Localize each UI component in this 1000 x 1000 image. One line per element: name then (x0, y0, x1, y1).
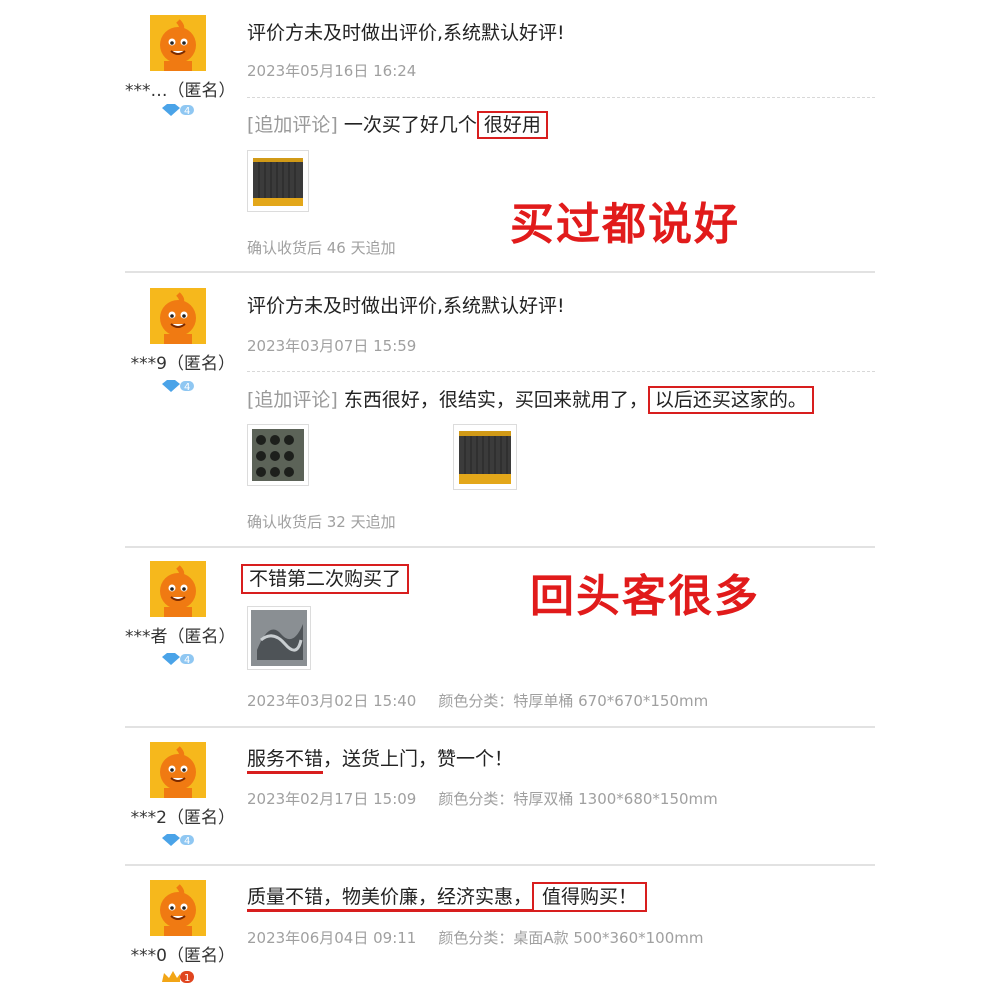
underlined-text: 服务不错 (247, 748, 324, 774)
username: ***者（匿名） (125, 627, 236, 647)
review-meta: 2023年02月17日 15:09 颜色分类：特厚双桶 1300*680*150m… (247, 788, 718, 809)
highlight-box: 以后还买这家的。 (647, 386, 814, 414)
username: ***…（匿名） (125, 81, 236, 101)
promo-slogan: 买过都说好 (510, 199, 740, 250)
append-label: [追加评论] (247, 389, 338, 411)
review-date: 2023年05月16日 16:24 (247, 62, 417, 80)
review-item: ***者（匿名） 4 不错第二次购买了 2023年03月02日 15:40 颜色分… (125, 548, 875, 726)
review-item: ***9（匿名） 4 评价方未及时做出评价,系统默认好评! 2023年03月07… (125, 273, 875, 545)
review-text: 质量不错，物美价廉，经济实惠， 值得购买！ (247, 882, 648, 912)
append-comment: [追加评论] 东西很好，很结实，买回来就用了， 以后还买这家的。 (247, 385, 814, 414)
crown-level-icon: 1 (160, 969, 196, 984)
append-text: 东西很好，很结实，买回来就用了， (343, 389, 648, 411)
username: ***0（匿名） (130, 946, 235, 966)
promo-slogan: 回头客很多 (530, 571, 760, 622)
diamond-level-icon: 4 (160, 378, 196, 393)
review-item: ***…（匿名） 4 评价方未及时做出评价,系统默认好评! 2023年05月16… (125, 0, 875, 270)
avatar[interactable] (150, 15, 206, 71)
review-date: 2023年03月02日 15:40 (247, 692, 417, 710)
append-note: 确认收货后 46 天追加 (247, 239, 396, 257)
append-text: 一次买了好几个 (343, 114, 477, 136)
append-note: 确认收货后 32 天追加 (247, 513, 396, 531)
review-meta: 2023年06月04日 09:11 颜色分类：桌面A款 500*360*100mm (247, 927, 704, 948)
append-label: [追加评论] (247, 114, 338, 136)
review-text: 评价方未及时做出评价,系统默认好评! (247, 22, 565, 44)
highlight-box: 很好用 (476, 111, 548, 139)
username: ***9（匿名） (130, 354, 235, 374)
diamond-level-icon: 4 (160, 651, 196, 666)
review-item: ***2（匿名） 4 服务不错，送货上门，赞一个！ 2023年02月17日 15… (125, 728, 875, 864)
diamond-level-icon: 4 (160, 832, 196, 847)
review-text: 不错第二次购买了 (241, 564, 410, 594)
divider (247, 371, 875, 372)
review-photo[interactable] (247, 424, 309, 486)
review-item: ***0（匿名） 1 质量不错，物美价廉，经济实惠， 值得购买！ 2023年06月… (125, 866, 875, 1000)
svg-text:4: 4 (184, 382, 190, 393)
review-text-rest: ，送货上门，赞一个！ (323, 748, 514, 770)
product-spec: 颜色分类：特厚双桶 1300*680*150mm (438, 790, 718, 808)
underlined-text: 质量不错，物美价廉，经济实惠， (247, 886, 533, 912)
product-spec: 颜色分类：特厚单桶 670*670*150mm (438, 692, 709, 710)
avatar[interactable] (150, 742, 206, 798)
review-meta: 2023年03月02日 15:40 颜色分类：特厚单桶 670*670*150mm (247, 690, 708, 711)
review-text: 服务不错，送货上门，赞一个！ (247, 744, 514, 774)
diamond-level-icon: 4 (160, 102, 196, 117)
review-photo[interactable] (453, 424, 517, 490)
review-photo[interactable] (247, 150, 309, 212)
avatar[interactable] (150, 880, 206, 936)
divider (247, 97, 875, 98)
product-spec: 颜色分类：桌面A款 500*360*100mm (438, 929, 704, 947)
avatar[interactable] (150, 288, 206, 344)
svg-text:4: 4 (184, 655, 190, 666)
highlight-box: 不错第二次购买了 (241, 564, 410, 594)
svg-text:4: 4 (184, 836, 190, 847)
highlight-box: 值得购买！ (532, 882, 648, 912)
svg-text:4: 4 (184, 106, 190, 117)
append-comment: [追加评论] 一次买了好几个 很好用 (247, 110, 548, 139)
avatar[interactable] (150, 561, 206, 617)
svg-text:1: 1 (184, 973, 190, 984)
username: ***2（匿名） (130, 808, 235, 828)
review-photo[interactable] (247, 606, 311, 670)
review-date: 2023年02月17日 15:09 (247, 790, 417, 808)
review-date: 2023年03月07日 15:59 (247, 337, 417, 355)
review-text: 评价方未及时做出评价,系统默认好评! (247, 295, 565, 317)
review-date: 2023年06月04日 09:11 (247, 929, 417, 947)
